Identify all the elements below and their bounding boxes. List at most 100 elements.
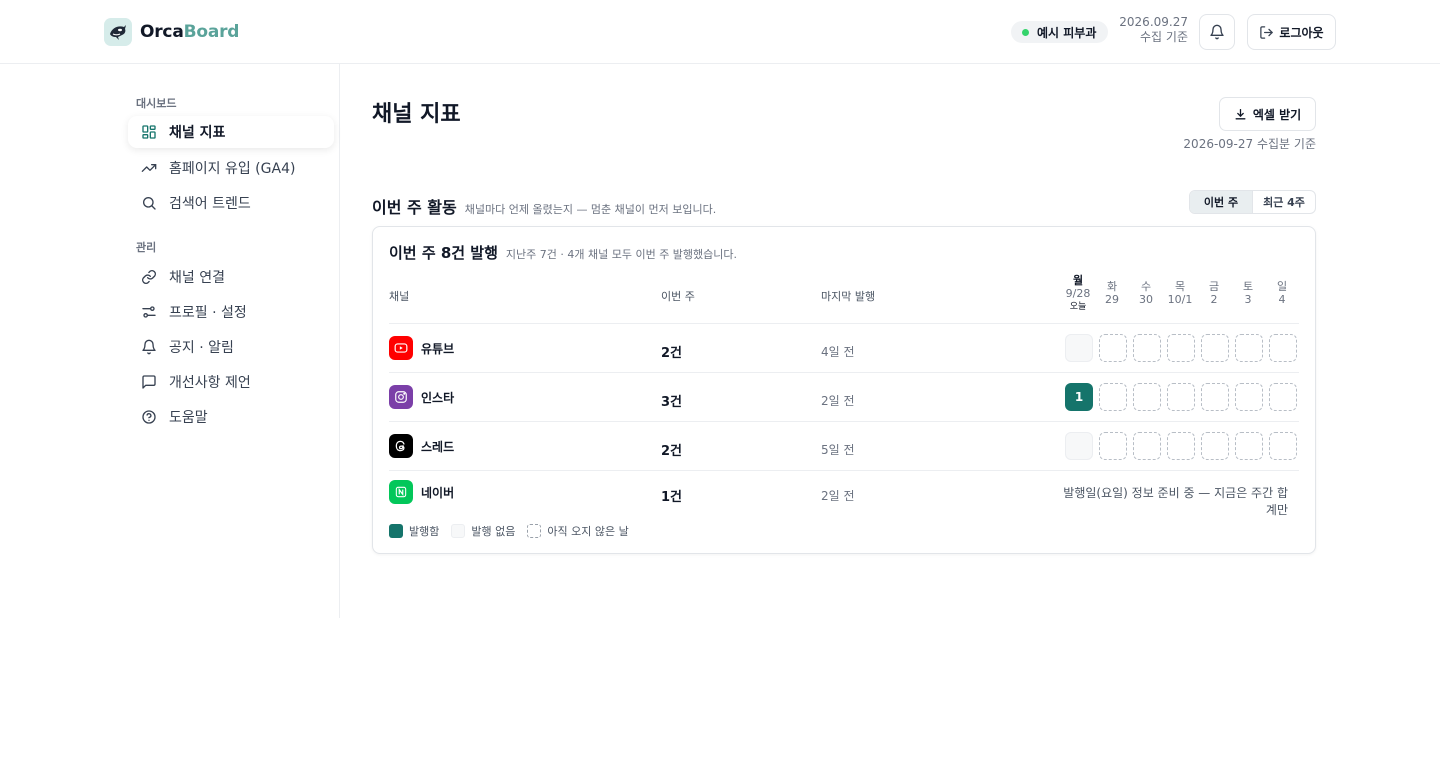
section-header: 이번 주 활동 채널마다 언제 올렸는지 — 멈춘 채널이 먼저 보입니다.: [372, 194, 716, 218]
day-cell-future: [1269, 432, 1297, 460]
logout-icon: [1260, 25, 1274, 39]
excel-download-label: 엑셀 받기: [1252, 107, 1302, 122]
table-row-instagram: 인스타 3건 2일 전 1: [389, 373, 1299, 421]
legend: 발행함 발행 없음 아직 오지 않은 날: [389, 523, 641, 539]
clinic-badge[interactable]: 예시 피부과: [1011, 21, 1109, 43]
sidebar-item-suggestions[interactable]: 개선사항 제언: [128, 366, 334, 398]
link-icon: [140, 268, 158, 286]
channel-last-published: 2일 전: [821, 394, 855, 408]
page-title: 채널 지표: [372, 102, 461, 127]
download-icon: [1235, 108, 1246, 119]
legend-swatch: [527, 524, 542, 538]
status-dot-icon: [1022, 28, 1029, 36]
message-icon: [140, 373, 158, 391]
logo-text: OrcaBoard: [140, 22, 240, 42]
sidebar: 대시보드 채널 지표 홈페이지 유입 (GA4) 검색어 트렌드 관리 채널 연…: [0, 64, 340, 618]
sidebar-section-dashboard: 대시보드: [136, 97, 177, 110]
collect-date-value: 2026.09.27: [1119, 15, 1188, 29]
channel-count: 2건: [661, 346, 683, 361]
naver-icon: [389, 480, 413, 504]
sliders-icon: [140, 303, 158, 321]
logout-button[interactable]: 로그아웃: [1247, 14, 1336, 50]
sidebar-item-help[interactable]: 도움말: [128, 401, 334, 433]
top-bar: OrcaBoard 예시 피부과 2026.09.27 수집 기준 로그아웃: [0, 0, 1440, 64]
youtube-icon: [389, 336, 413, 360]
channel-count: 2건: [661, 444, 683, 459]
day-cell-published[interactable]: 1: [1065, 383, 1093, 411]
collect-date: 2026.09.27 수집 기준: [1112, 15, 1188, 45]
sidebar-item-label: 채널 연결: [169, 270, 225, 286]
legend-item-future: 아직 오지 않은 날: [527, 523, 629, 539]
tab-this-week[interactable]: 이번 주: [1190, 191, 1253, 213]
day-cell-future: [1099, 334, 1127, 362]
tab-last-4-weeks[interactable]: 최근 4주: [1253, 191, 1315, 213]
bell-icon: [140, 338, 158, 356]
day-cell-future: [1099, 432, 1127, 460]
column-header-this-week: 이번 주: [661, 290, 695, 303]
sidebar-item-label: 프로필 · 설정: [169, 305, 247, 321]
sidebar-item-ga4[interactable]: 홈페이지 유입 (GA4): [128, 152, 334, 184]
naver-daily-note: 발행일(요일) 정보 준비 중 — 지금은 주간 합계만: [1063, 486, 1288, 517]
instagram-icon: [389, 385, 413, 409]
sidebar-item-label: 검색어 트렌드: [169, 196, 251, 212]
channel-last-published: 4일 전: [821, 345, 855, 359]
collect-date-label: 수집 기준: [1140, 30, 1188, 44]
sidebar-item-label: 공지 · 알림: [169, 340, 234, 356]
day-cell-future: [1167, 432, 1195, 460]
day-cell-future: [1269, 383, 1297, 411]
bell-icon: [1210, 24, 1224, 40]
day-cell-no-post: [1065, 334, 1093, 362]
sidebar-section-manage: 관리: [136, 241, 157, 254]
sidebar-item-channel-connect[interactable]: 채널 연결: [128, 261, 334, 293]
grid-icon: [140, 123, 158, 141]
day-cell-future: [1201, 432, 1229, 460]
channel-last-published: 2일 전: [821, 489, 855, 503]
table-row-threads: 스레드 2건 5일 전: [389, 422, 1299, 470]
column-header-last-published: 마지막 발행: [821, 290, 876, 303]
day-cell-future: [1133, 334, 1161, 362]
notifications-button[interactable]: [1199, 14, 1235, 50]
day-cell-future: [1269, 334, 1297, 362]
threads-icon: [389, 434, 413, 458]
day-cell-future: [1235, 383, 1263, 411]
sidebar-item-channel-metrics[interactable]: 채널 지표: [128, 116, 334, 148]
period-toggle: 이번 주 최근 4주: [1189, 190, 1316, 214]
card-subtitle: 지난주 7건 · 4개 채널 모두 이번 주 발행했습니다.: [505, 248, 738, 261]
clinic-name: 예시 피부과: [1037, 25, 1097, 40]
day-cell-future: [1133, 383, 1161, 411]
day-cell-future: [1133, 432, 1161, 460]
day-cell-no-post: [1065, 432, 1093, 460]
legend-swatch: [389, 524, 403, 538]
card-title: 이번 주 8건 발행: [389, 244, 498, 262]
column-header-channel: 채널: [389, 290, 410, 303]
logout-label: 로그아웃: [1279, 25, 1324, 40]
day-header-tue: 화 29: [1105, 280, 1119, 306]
section-subtitle: 채널마다 언제 올렸는지 — 멈춘 채널이 먼저 보입니다.: [464, 203, 717, 216]
day-cell-future: [1201, 383, 1229, 411]
day-cell-future: [1167, 334, 1195, 362]
sidebar-item-notices[interactable]: 공지 · 알림: [128, 331, 334, 363]
sidebar-item-profile-settings[interactable]: 프로필 · 설정: [128, 296, 334, 328]
day-cell-future: [1099, 383, 1127, 411]
day-header-sun: 일4: [1276, 280, 1288, 306]
day-cell-future: [1201, 334, 1229, 362]
excel-download-button[interactable]: 엑셀 받기: [1219, 97, 1316, 131]
channel-name: 유튜브: [421, 342, 455, 356]
sidebar-item-search-trend[interactable]: 검색어 트렌드: [128, 187, 334, 219]
day-header-mon: 월 9/28 오늘: [1065, 274, 1091, 312]
help-icon: [140, 408, 158, 426]
channel-last-published: 5일 전: [821, 443, 855, 457]
legend-item-no-post: 발행 없음: [451, 523, 515, 539]
orca-logo-icon: [104, 18, 132, 46]
table-row-naver: 네이버 1건 2일 전 발행일(요일) 정보 준비 중 — 지금은 주간 합계만: [389, 471, 1299, 517]
channel-name: 스레드: [421, 440, 455, 454]
channel-count: 1건: [661, 490, 683, 505]
day-header-wed: 수 30: [1139, 280, 1153, 306]
channel-name: 네이버: [421, 486, 455, 500]
day-cell-future: [1167, 383, 1195, 411]
day-cell-future: [1235, 334, 1263, 362]
channel-name: 인스타: [421, 391, 455, 405]
logo[interactable]: OrcaBoard: [104, 18, 239, 46]
day-header-fri: 금2: [1208, 280, 1220, 306]
card-header: 이번 주 8건 발행 지난주 7건 · 4개 채널 모두 이번 주 발행했습니다…: [389, 242, 737, 263]
